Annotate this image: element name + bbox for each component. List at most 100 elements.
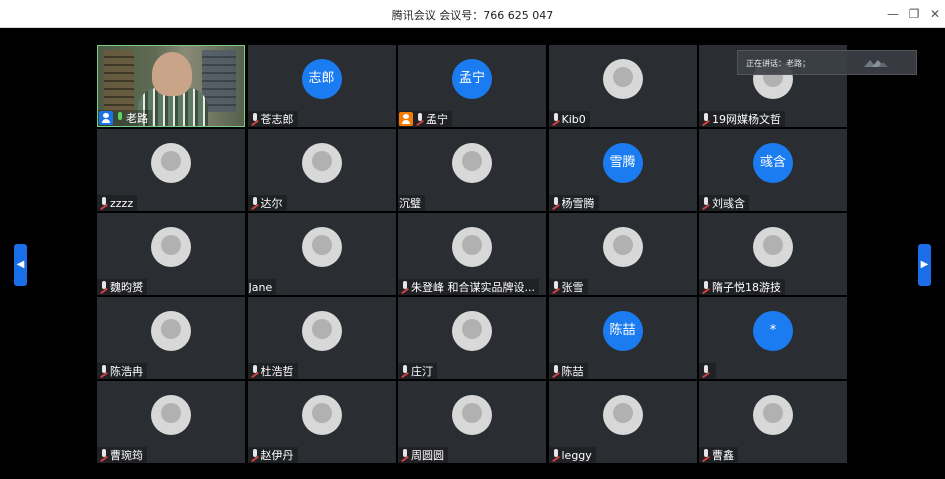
participant-tile[interactable]: 曹鑫 xyxy=(699,381,847,463)
participant-avatar xyxy=(753,227,793,267)
participant-tile[interactable]: 朱登峰 和合谋实品牌设... xyxy=(398,213,546,295)
participant-avatar xyxy=(753,395,793,435)
participant-name-bar: 魏昀赟 xyxy=(97,279,147,295)
participant-tile[interactable]: 彧含 刘彧含 xyxy=(699,129,847,211)
participant-avatar xyxy=(602,59,643,99)
microphone-muted-icon xyxy=(551,364,561,378)
participant-name-bar: Jane xyxy=(247,279,277,295)
participant-name-bar: 周圆圆 xyxy=(398,447,448,463)
participant-tile[interactable]: 陈喆 陈喆 xyxy=(548,297,697,379)
participant-tile[interactable]: 老路 xyxy=(97,45,245,127)
participant-tile[interactable]: 庄汀 xyxy=(398,297,546,379)
microphone-muted-icon xyxy=(551,196,561,210)
participant-name: 庄汀 xyxy=(411,365,433,378)
cohost-icon xyxy=(399,112,413,126)
participant-avatar xyxy=(452,143,492,183)
participant-name-bar: 杨雪腾 xyxy=(548,195,599,211)
microphone-muted-icon xyxy=(701,196,711,210)
participant-name: 陈浩冉 xyxy=(110,365,143,378)
participant-tile[interactable]: 周圆圆 xyxy=(398,381,546,463)
microphone-muted-icon xyxy=(551,280,561,294)
host-icon xyxy=(99,111,113,125)
participant-avatar xyxy=(602,227,643,267)
participant-name-bar: 曹琬筠 xyxy=(97,447,147,463)
microphone-muted-icon xyxy=(551,112,561,126)
participant-name: 杨雪腾 xyxy=(561,197,595,210)
participant-tile[interactable]: * xyxy=(699,297,847,379)
participant-tile[interactable]: leggy xyxy=(548,381,697,463)
participant-name-bar: 杜浩哲 xyxy=(247,363,298,379)
participant-avatar xyxy=(151,311,191,351)
microphone-muted-icon xyxy=(250,112,260,126)
participant-name: 杜浩哲 xyxy=(260,365,294,378)
participant-name-bar: 刘彧含 xyxy=(699,195,749,211)
microphone-muted-icon xyxy=(250,448,260,462)
participant-name: Kib0 xyxy=(561,112,586,126)
participant-tile[interactable]: 陈浩冉 xyxy=(97,297,245,379)
participant-avatar xyxy=(301,395,342,435)
participant-name-bar: 张雪 xyxy=(548,279,588,295)
participant-tile[interactable]: 沉璧 xyxy=(398,129,546,211)
participant-name: 朱登峰 和合谋实品牌设... xyxy=(411,281,535,294)
participant-name-bar: 孟宁 xyxy=(398,111,452,127)
participant-name-bar: leggy xyxy=(548,447,596,463)
microphone-muted-icon xyxy=(701,448,711,462)
participant-tile[interactable]: Jane xyxy=(247,213,396,295)
participant-avatar xyxy=(452,227,492,267)
participant-tile[interactable]: 魏昀赟 xyxy=(97,213,245,295)
participant-tile[interactable]: 孟宁 孟宁 xyxy=(398,45,546,127)
participant-name: 孟宁 xyxy=(426,113,448,126)
participant-name: Jane xyxy=(248,280,273,294)
microphone-on-icon xyxy=(115,111,125,125)
participant-grid: 老路 志郎 苍志郎 孟宁 孟宁 Kib0 19网媒杨文哲 zzzz 达尔 沉璧 雪腾 杨雪腾 彧含 刘彧含… xyxy=(97,45,847,467)
prev-page-button[interactable]: ◀ xyxy=(14,244,27,286)
microphone-muted-icon xyxy=(400,448,410,462)
participant-name-bar: 沉璧 xyxy=(398,195,425,211)
participant-tile[interactable]: 雪腾 杨雪腾 xyxy=(548,129,697,211)
microphone-muted-icon xyxy=(415,112,425,126)
microphone-muted-icon xyxy=(250,196,260,210)
participant-name-bar: 朱登峰 和合谋实品牌设... xyxy=(398,279,539,295)
participant-tile[interactable]: 杜浩哲 xyxy=(247,297,396,379)
participant-tile[interactable]: Kib0 xyxy=(548,45,697,127)
participant-tile[interactable]: 达尔 xyxy=(247,129,396,211)
participant-avatar: 陈喆 xyxy=(602,311,643,351)
microphone-muted-icon xyxy=(99,364,109,378)
window-title: 腾讯会议 会议号：766 625 047 xyxy=(391,9,554,22)
participant-name: 魏昀赟 xyxy=(110,281,143,294)
participant-name: 19网媒杨文哲 xyxy=(712,113,781,126)
participant-name-bar: zzzz xyxy=(97,195,138,211)
microphone-muted-icon xyxy=(99,448,109,462)
participant-name-bar: 陈浩冉 xyxy=(97,363,147,379)
participant-avatar xyxy=(151,143,191,183)
participant-name: leggy xyxy=(561,448,592,462)
participant-tile[interactable]: 志郎 苍志郎 xyxy=(247,45,396,127)
participant-name: 周圆圆 xyxy=(411,449,444,462)
participant-tile[interactable]: 曹琬筠 xyxy=(97,381,245,463)
participant-name: 苍志郎 xyxy=(260,113,294,126)
next-page-button[interactable]: ▶ xyxy=(918,244,931,286)
participant-name: 沉璧 xyxy=(399,197,421,210)
participant-avatar: 彧含 xyxy=(753,143,793,183)
participant-tile[interactable]: zzzz xyxy=(97,129,245,211)
participant-name: 达尔 xyxy=(260,197,283,210)
participant-tile[interactable]: 隋子悦18游技 xyxy=(699,213,847,295)
speaking-indicator: 正在讲话：老路； xyxy=(737,50,917,75)
participant-name-bar: Kib0 xyxy=(548,111,590,127)
participant-tile[interactable]: 张雪 xyxy=(548,213,697,295)
minimize-button[interactable]: — xyxy=(885,6,901,22)
participant-avatar: 孟宁 xyxy=(452,59,492,99)
close-button[interactable]: ✕ xyxy=(927,6,943,22)
participant-name: 隋子悦18游技 xyxy=(712,281,781,294)
restore-button[interactable]: ❐ xyxy=(906,6,922,22)
participant-name: 张雪 xyxy=(561,281,584,294)
microphone-muted-icon xyxy=(99,196,109,210)
participant-name: 陈喆 xyxy=(561,365,584,378)
microphone-muted-icon xyxy=(400,280,410,294)
participant-tile[interactable]: 赵伊丹 xyxy=(247,381,396,463)
participant-name: 曹琬筠 xyxy=(110,449,143,462)
tencent-meeting-logo-icon xyxy=(864,60,888,67)
microphone-muted-icon xyxy=(701,280,711,294)
participant-name: 老路 xyxy=(126,112,148,125)
microphone-muted-icon xyxy=(99,280,109,294)
